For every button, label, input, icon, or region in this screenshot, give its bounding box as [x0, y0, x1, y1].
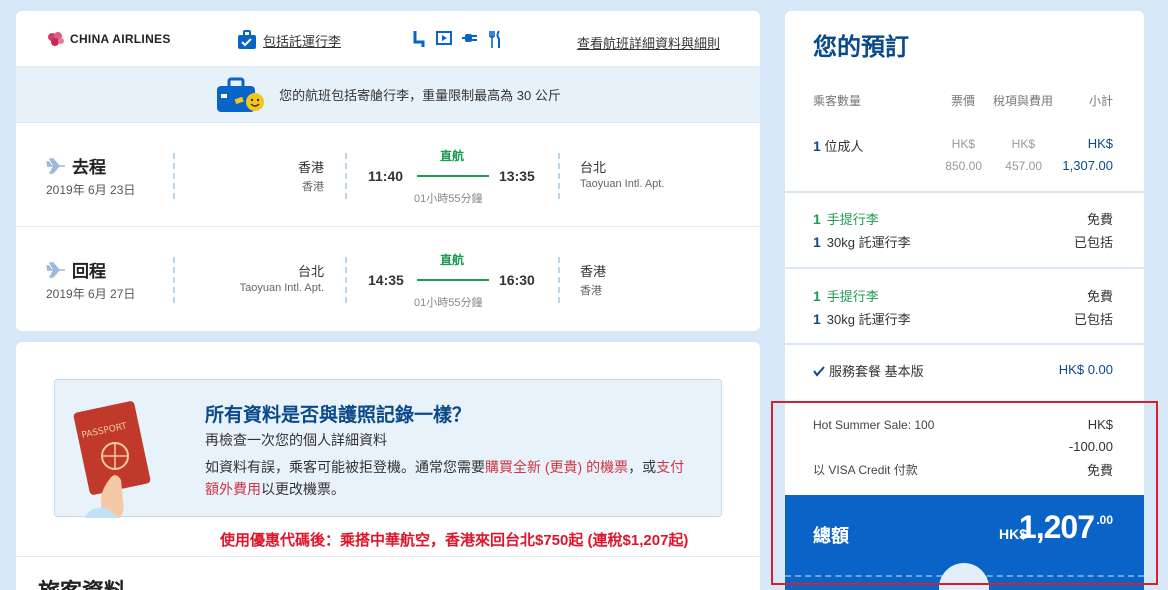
route-line	[417, 279, 489, 281]
outbound-from-airport: 香港	[302, 181, 324, 193]
outbound-to-city: 台北	[580, 160, 607, 175]
checkmark-icon	[813, 365, 825, 377]
inbound-checked-bag: 1 30kg 託運行李	[813, 311, 911, 327]
leg-divider	[558, 153, 560, 199]
inbound-from-city: 台北	[297, 264, 324, 279]
row-separator	[785, 267, 1144, 269]
inbound-arrive-time: 16:30	[499, 272, 535, 288]
airline-logo: CHINA AIRLINES	[46, 31, 171, 47]
fare-amount: 850.00	[945, 159, 982, 173]
outbound-to-airport: Taoyuan Intl. Apt.	[580, 178, 665, 190]
leg-divider	[173, 257, 175, 303]
outbound-date: 2019年 6月 23日	[46, 183, 136, 197]
buy-new-ticket-link[interactable]: 購買全新 (更貴) 的機票	[485, 459, 628, 475]
outbound-label: 去程	[46, 153, 106, 178]
airplane-icon	[46, 261, 65, 278]
baggage-notice-banner: 您的航班包括寄艙行李，重量限制最高為 30 公斤	[16, 67, 760, 123]
tax-amount: 457.00	[1005, 159, 1042, 173]
leg-divider	[558, 257, 560, 303]
inbound-duration: 01小時55分鐘	[414, 297, 483, 309]
highlight-box	[771, 401, 1158, 585]
outbound-hand-bag-value: 免費	[1086, 212, 1113, 227]
meal-icon	[489, 30, 500, 48]
subtotal-currency: HK$	[1087, 136, 1113, 151]
inbound-leg: 回程 2019年 6月 27日 台北 Taoyuan Intl. Apt. 14…	[16, 227, 760, 331]
inbound-date: 2019年 6月 27日	[46, 287, 136, 301]
suitcase-check-icon	[238, 30, 256, 49]
inbound-hand-bag-value: 免費	[1086, 289, 1113, 304]
col-taxes: 稅項與費用	[993, 94, 1054, 108]
inbound-from-airport: Taoyuan Intl. Apt.	[239, 282, 324, 294]
passport-icon: PASSPORT	[73, 401, 151, 518]
traveler-info-heading: 旅客資料	[38, 574, 126, 590]
tax-currency: HK$	[1011, 137, 1035, 151]
passport-subtitle: 再檢查一次您的個人詳細資料	[205, 432, 387, 448]
baggage-included-text[interactable]: 包括託運行李	[263, 31, 341, 50]
outbound-hand-bag: 1 手提行李	[813, 211, 879, 227]
service-package-value: HK$ 0.00	[1058, 362, 1113, 377]
passport-title: 所有資料是否與護照記錄一樣？	[205, 405, 472, 426]
section-divider	[16, 556, 760, 557]
inbound-to-airport: 香港	[580, 285, 602, 297]
outbound-arrive-time: 13:35	[499, 168, 535, 184]
service-package-row[interactable]: 服務套餐 基本版	[813, 361, 924, 380]
amenities-icons	[412, 30, 502, 48]
seat-icon	[413, 31, 425, 47]
passport-warning-box: PASSPORT 所有資料是否與護照記錄一樣？ 再檢查一次您的個人詳細資料 如資…	[54, 379, 722, 518]
inbound-label: 回程	[46, 257, 106, 282]
col-passengers: 乘客數量	[813, 94, 862, 108]
outbound-depart-time: 11:40	[368, 168, 404, 184]
entertainment-screen-icon	[436, 31, 452, 45]
row-separator	[785, 191, 1144, 193]
booking-title: 您的預訂	[813, 34, 909, 61]
outbound-duration: 01小時55分鐘	[414, 193, 483, 205]
inbound-stop-type: 直航	[440, 253, 465, 267]
power-plug-icon	[462, 34, 477, 42]
airline-name: CHINA AIRLINES	[70, 32, 171, 46]
inbound-to-city: 香港	[580, 264, 607, 279]
leg-divider	[173, 153, 175, 199]
flight-details-link[interactable]: 查看航班詳細資料與細則	[577, 33, 720, 52]
inbound-depart-time: 14:35	[368, 272, 404, 288]
passport-body: 如資料有誤，乘客可能被拒登機。通常您需要購買全新 (更貴) 的機票，或支付額外費…	[205, 459, 685, 497]
happy-suitcase-icon	[217, 77, 265, 112]
outbound-checked-bag-value: 已包括	[1073, 235, 1113, 250]
adult-passenger-row: 1 位成人	[813, 138, 864, 154]
inbound-hand-bag: 1 手提行李	[813, 288, 879, 304]
row-separator	[785, 343, 1144, 345]
baggage-included-link[interactable]: 包括託運行李	[237, 30, 341, 50]
fare-currency: HK$	[951, 137, 975, 151]
plum-blossom-icon	[48, 32, 64, 46]
col-fare: 票價	[951, 94, 976, 108]
promo-code-banner: 使用優惠代碼後：乘搭中華航空，香港來回台北$750起 (連稅$1,207起)	[220, 532, 689, 549]
outbound-checked-bag: 1 30kg 託運行李	[813, 234, 911, 250]
inbound-checked-bag-value: 已包括	[1073, 312, 1113, 327]
outbound-leg: 去程 2019年 6月 23日 香港 香港 11:40 直航 01小時55分鐘 …	[16, 123, 760, 227]
outbound-stop-type: 直航	[440, 149, 465, 163]
airplane-icon	[46, 157, 65, 174]
leg-divider	[345, 257, 347, 303]
leg-divider	[345, 153, 347, 199]
outbound-from-city: 香港	[297, 160, 324, 175]
subtotal-amount: 1,307.00	[1062, 158, 1113, 173]
passport-check-card: PASSPORT 所有資料是否與護照記錄一樣？ 再檢查一次您的個人詳細資料 如資…	[16, 342, 760, 590]
flight-card-header: CHINA AIRLINES 包括託運行李 查看航班詳細資料與細則	[16, 11, 760, 67]
baggage-notice-text: 您的航班包括寄艙行李，重量限制最高為 30 公斤	[279, 88, 561, 103]
col-subtotal: 小計	[1088, 94, 1113, 108]
flight-summary-card: CHINA AIRLINES 包括託運行李 查看航班詳細資料與細則 您的航班包括	[16, 11, 760, 331]
route-line	[417, 175, 489, 177]
